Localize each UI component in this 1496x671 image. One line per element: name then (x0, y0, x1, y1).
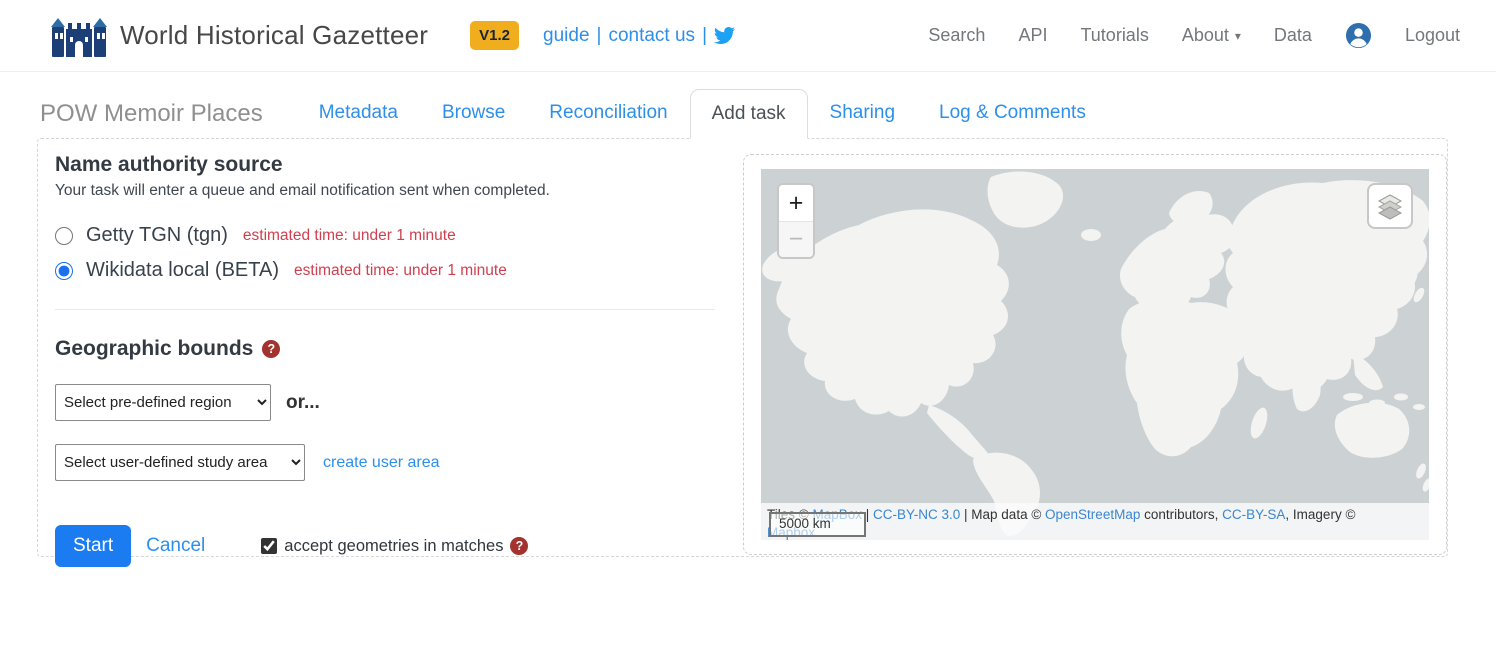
tabs-list: Metadata Browse Reconciliation Add task … (297, 88, 1108, 138)
authority-option-getty: Getty TGN (tgn) estimated time: under 1 … (55, 224, 725, 247)
start-button[interactable]: Start (55, 525, 131, 567)
world-map[interactable]: + − Tiles © MapBox | CC-BY-NC 3.0 | Map … (761, 169, 1429, 540)
getty-estimate-text: estimated time: under 1 minute (243, 227, 456, 245)
zoom-out-button[interactable]: − (779, 221, 813, 257)
user-avatar-icon[interactable] (1345, 22, 1372, 49)
task-form: Name authority source Your task will ent… (55, 147, 743, 556)
dataset-page-title: POW Memoir Places (40, 100, 263, 138)
attribution-contributors-text: contributors, (1140, 507, 1222, 522)
link-separator: | (702, 25, 707, 47)
tab-browse[interactable]: Browse (420, 88, 527, 138)
twitter-icon[interactable] (714, 25, 735, 46)
ccbysa-link[interactable]: CC-BY-SA (1222, 507, 1285, 522)
wikidata-radio-label[interactable]: Wikidata local (BETA) (86, 259, 279, 282)
caret-down-icon: ▾ (1235, 29, 1241, 43)
nav-about-label: About (1182, 25, 1229, 46)
contact-us-link[interactable]: contact us (608, 25, 695, 47)
accept-geometries-label: accept geometries in matches (284, 537, 503, 556)
world-map-graphic (761, 169, 1429, 540)
zoom-in-button[interactable]: + (779, 185, 813, 221)
getty-radio-label[interactable]: Getty TGN (tgn) (86, 224, 228, 247)
map-zoom-control: + − (777, 183, 815, 259)
app-header: World Historical Gazetteer V1.2 guide | … (0, 0, 1496, 72)
wikidata-estimate-text: estimated time: under 1 minute (294, 262, 507, 280)
map-scale-bar: 5000 km (769, 512, 866, 537)
authority-heading: Name authority source (55, 153, 725, 177)
cancel-link[interactable]: Cancel (146, 535, 205, 557)
tab-add-task[interactable]: Add task (690, 89, 808, 139)
app-title: World Historical Gazetteer (120, 20, 428, 51)
queue-note: Your task will enter a queue and email n… (55, 182, 725, 200)
accept-geometries-checkbox[interactable] (261, 538, 277, 554)
nav-data[interactable]: Data (1274, 25, 1312, 46)
tab-metadata[interactable]: Metadata (297, 88, 420, 138)
accept-help-icon[interactable]: ? (510, 537, 528, 555)
map-layers-control[interactable] (1367, 183, 1413, 229)
user-study-area-select[interactable]: Select user-defined study area (55, 444, 305, 481)
license-link[interactable]: CC-BY-NC 3.0 (873, 507, 960, 522)
nav-search[interactable]: Search (928, 25, 985, 46)
form-actions: Start Cancel accept geometries in matche… (55, 525, 725, 567)
map-panel: + − Tiles © MapBox | CC-BY-NC 3.0 | Map … (743, 154, 1447, 555)
link-separator: | (597, 25, 602, 47)
section-divider (55, 309, 715, 310)
or-label: or... (286, 392, 320, 414)
guide-link[interactable]: guide (543, 25, 590, 47)
bounds-heading: Geographic bounds (55, 337, 253, 361)
getty-radio[interactable] (55, 227, 73, 245)
tab-log-comments[interactable]: Log & Comments (917, 88, 1108, 138)
version-badge: V1.2 (470, 21, 519, 50)
tab-bar: POW Memoir Places Metadata Browse Reconc… (0, 88, 1496, 138)
authority-option-wikidata: Wikidata local (BETA) estimated time: un… (55, 259, 725, 282)
nav-about-dropdown[interactable]: About ▾ (1182, 25, 1241, 46)
region-select-row: Select pre-defined region or... (55, 384, 725, 421)
tab-sharing[interactable]: Sharing (808, 88, 918, 138)
predefined-region-select[interactable]: Select pre-defined region (55, 384, 271, 421)
attribution-mapdata-text: | Map data © (960, 507, 1045, 522)
nav-tutorials[interactable]: Tutorials (1080, 25, 1148, 46)
openstreetmap-link[interactable]: OpenStreetMap (1045, 507, 1140, 522)
wikidata-radio[interactable] (55, 262, 73, 280)
add-task-panel: Name authority source Your task will ent… (37, 138, 1448, 557)
bounds-help-icon[interactable]: ? (262, 340, 280, 358)
study-area-select-row: Select user-defined study area create us… (55, 444, 725, 481)
header-links: guide | contact us | (543, 25, 735, 47)
attribution-imagery-text: , Imagery © (1285, 507, 1355, 522)
accept-geometries-row: accept geometries in matches ? (261, 537, 528, 556)
whg-castle-logo (50, 13, 108, 59)
create-user-area-link[interactable]: create user area (323, 454, 440, 472)
layers-icon (1376, 192, 1404, 220)
bounds-heading-row: Geographic bounds ? (55, 337, 725, 361)
nav-api[interactable]: API (1018, 25, 1047, 46)
header-nav: Search API Tutorials About ▾ Data Logout (928, 22, 1460, 49)
tab-reconciliation[interactable]: Reconciliation (527, 88, 689, 138)
nav-logout[interactable]: Logout (1405, 25, 1460, 46)
